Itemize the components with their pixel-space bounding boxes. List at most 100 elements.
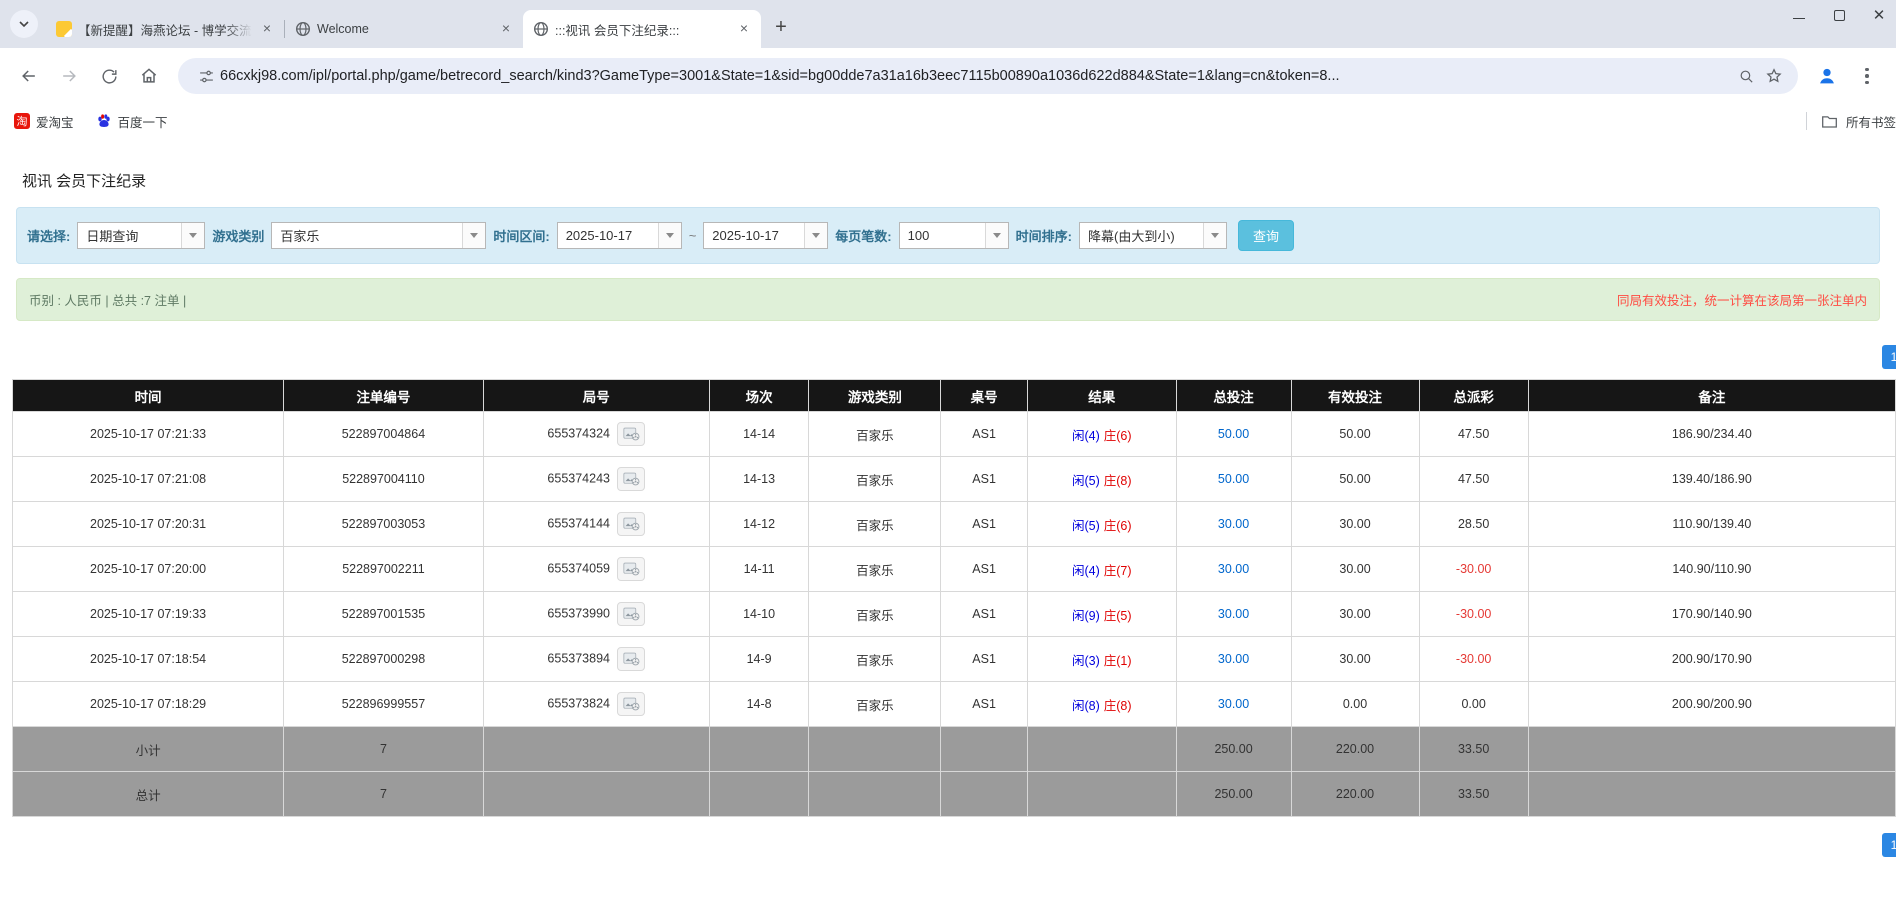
chevron-down-icon[interactable] <box>658 223 681 248</box>
all-bookmarks[interactable]: 所有书签 <box>1806 112 1896 131</box>
cell-total-bet: 50.00 <box>1176 457 1291 502</box>
result-player: 闲(4) <box>1072 429 1100 443</box>
video-replay-button[interactable] <box>617 647 645 671</box>
total-bet-link[interactable]: 50.00 <box>1218 427 1249 441</box>
date-from-select[interactable]: 2025-10-17 <box>557 222 682 249</box>
total-bet-link[interactable]: 30.00 <box>1218 517 1249 531</box>
zoom-icon[interactable] <box>1732 62 1760 90</box>
tab-title: 【新提醒】海燕论坛 - 博学交流 <box>78 20 252 39</box>
footer-cell-7: 250.00 <box>1176 772 1291 817</box>
footer-cell-2 <box>483 772 709 817</box>
close-window-button[interactable]: ✕ <box>1872 8 1886 22</box>
video-replay-icon <box>623 652 640 666</box>
column-header-2: 局号 <box>483 380 709 412</box>
tab-search-button[interactable] <box>10 10 38 38</box>
table-header-row: 时间注单编号局号场次游戏类别桌号结果总投注有效投注总派彩备注 <box>13 380 1896 412</box>
footer-cell-5 <box>941 727 1028 772</box>
payout-value: -30.00 <box>1456 652 1491 666</box>
close-tab-icon[interactable]: × <box>497 20 515 38</box>
notice-text: 同局有效投注，统一计算在该局第一张注单内 <box>1617 290 1867 309</box>
video-replay-icon <box>623 472 640 486</box>
video-replay-button[interactable] <box>617 557 645 581</box>
profile-avatar[interactable] <box>1810 59 1844 93</box>
query-type-select[interactable]: 日期查询 <box>77 222 205 249</box>
page-size-select[interactable]: 100 <box>899 222 1009 249</box>
browser-tab-betrecord-active[interactable]: :::视讯 会员下注纪录::: × <box>523 10 761 48</box>
forward-button[interactable] <box>52 59 86 93</box>
column-header-5: 桌号 <box>941 380 1028 412</box>
footer-cell-3 <box>709 772 809 817</box>
chevron-down-icon[interactable] <box>462 223 485 248</box>
chevron-down-icon[interactable] <box>985 223 1008 248</box>
cell-table-no: AS1 <box>941 547 1028 592</box>
result-player: 闲(9) <box>1072 609 1100 623</box>
site-settings-icon[interactable] <box>192 62 220 90</box>
column-header-7: 总投注 <box>1176 380 1291 412</box>
payout-value: -30.00 <box>1456 607 1491 621</box>
cell-round-id: 655373990 <box>483 592 709 637</box>
footer-cell-0: 总计 <box>13 772 284 817</box>
chevron-down-icon[interactable] <box>1203 223 1226 248</box>
video-replay-button[interactable] <box>617 602 645 626</box>
table-row: 2025-10-17 07:18:29522896999557655373824… <box>13 682 1896 727</box>
page-button-1[interactable]: 1 <box>1882 833 1896 857</box>
date-range-label: 时间区间: <box>493 226 549 245</box>
game-type-select[interactable]: 百家乐 <box>271 222 486 249</box>
close-tab-icon[interactable]: × <box>258 20 276 38</box>
filter-bar: 请选择: 日期查询 游戏类别 百家乐 时间区间: 2025-10-17 ~ 20… <box>16 207 1880 264</box>
cell-result: 闲(5)庄(8) <box>1027 457 1176 502</box>
chevron-down-icon[interactable] <box>804 223 827 248</box>
video-replay-button[interactable] <box>617 422 645 446</box>
total-bet-link[interactable]: 30.00 <box>1218 562 1249 576</box>
sort-select[interactable]: 降幕(由大到小) <box>1079 222 1227 249</box>
date-to-value: 2025-10-17 <box>704 223 804 248</box>
cell-total-bet: 30.00 <box>1176 502 1291 547</box>
total-bet-link[interactable]: 50.00 <box>1218 472 1249 486</box>
total-bet-link[interactable]: 30.00 <box>1218 607 1249 621</box>
date-to-select[interactable]: 2025-10-17 <box>703 222 828 249</box>
maximize-button[interactable] <box>1832 8 1846 22</box>
browser-menu-button[interactable] <box>1850 59 1884 93</box>
table-row: 2025-10-17 07:20:31522897003053655374144… <box>13 502 1896 547</box>
cell-session: 14-11 <box>709 547 809 592</box>
minimize-button[interactable] <box>1792 8 1806 22</box>
browser-tab-welcome[interactable]: Welcome × <box>285 10 523 48</box>
bookmark-baidu[interactable]: 百度一下 <box>96 112 168 131</box>
payout-value: 0.00 <box>1461 697 1485 711</box>
result-player: 闲(5) <box>1072 474 1100 488</box>
bookmark-star-icon[interactable] <box>1760 62 1788 90</box>
chevron-down-icon[interactable] <box>181 223 204 248</box>
new-tab-button[interactable]: + <box>767 13 795 41</box>
page-button-1[interactable]: 1 <box>1882 345 1896 369</box>
url-text[interactable]: 66cxkj98.com/ipl/portal.php/game/betreco… <box>220 68 1732 84</box>
video-replay-icon <box>623 607 640 621</box>
result-banker: 庄(5) <box>1104 609 1132 623</box>
browser-tab-forum[interactable]: 【新提醒】海燕论坛 - 博学交流 × <box>46 10 284 48</box>
video-replay-button[interactable] <box>617 512 645 536</box>
cell-total-bet: 30.00 <box>1176 637 1291 682</box>
reload-button[interactable] <box>92 59 126 93</box>
back-button[interactable] <box>12 59 46 93</box>
column-header-10: 备注 <box>1528 380 1895 412</box>
cell-remark: 200.90/200.90 <box>1528 682 1895 727</box>
total-bet-link[interactable]: 30.00 <box>1218 697 1249 711</box>
bookmark-aitaobao[interactable]: 淘 爱淘宝 <box>14 112 74 131</box>
tab-title: Welcome <box>317 22 491 36</box>
result-player: 闲(3) <box>1072 654 1100 668</box>
address-bar[interactable]: 66cxkj98.com/ipl/portal.php/game/betreco… <box>178 58 1798 94</box>
video-replay-button[interactable] <box>617 467 645 491</box>
column-header-9: 总派彩 <box>1419 380 1528 412</box>
cell-bet-id: 522897004110 <box>284 457 484 502</box>
footer-cell-8: 220.00 <box>1291 727 1419 772</box>
pagination-bottom: 1 <box>0 833 1896 857</box>
video-replay-button[interactable] <box>617 692 645 716</box>
home-button[interactable] <box>132 59 166 93</box>
cell-round-id: 655374059 <box>483 547 709 592</box>
cell-round-id: 655374144 <box>483 502 709 547</box>
close-tab-icon[interactable]: × <box>735 20 753 38</box>
footer-cell-1: 7 <box>284 772 484 817</box>
total-bet-link[interactable]: 30.00 <box>1218 652 1249 666</box>
search-button[interactable]: 查询 <box>1238 220 1294 251</box>
cell-total-bet: 30.00 <box>1176 592 1291 637</box>
cell-table-no: AS1 <box>941 637 1028 682</box>
